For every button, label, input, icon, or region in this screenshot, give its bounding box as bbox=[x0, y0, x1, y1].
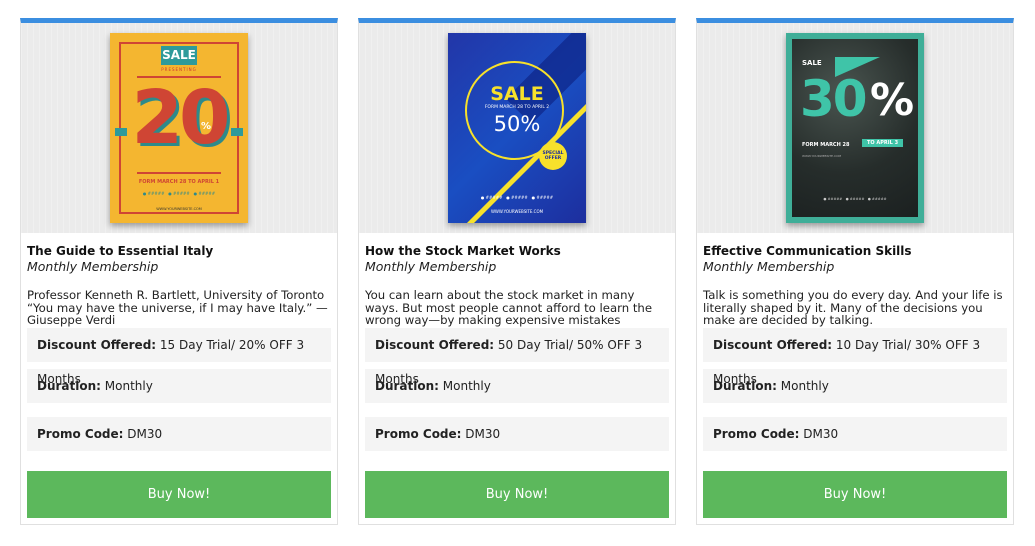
card-image-area: SALE PRESENTING 20 % FORM MARCH 28 TO AP… bbox=[21, 23, 337, 233]
discount-label: Discount Offered: bbox=[37, 338, 157, 352]
discount-label: Discount Offered: bbox=[375, 338, 495, 352]
discount-row: Discount Offered: 10 Day Trial/ 30% OFF … bbox=[703, 328, 1007, 386]
discount-row: Discount Offered: 50 Day Trial/ 50% OFF … bbox=[365, 328, 669, 386]
poster-contacts: ● ##### ● ##### ● ##### bbox=[823, 197, 887, 201]
promo-label: Promo Code: bbox=[37, 427, 124, 441]
poster-number: 20 bbox=[131, 75, 231, 161]
promo-value: DM30 bbox=[127, 427, 163, 441]
poster-date: FORM MARCH 28 bbox=[802, 142, 850, 148]
duration-value: Monthly bbox=[442, 379, 491, 393]
duration-value: Monthly bbox=[780, 379, 829, 393]
duration-row: Duration: Monthly bbox=[365, 369, 669, 403]
buy-now-button[interactable]: Buy Now! bbox=[703, 471, 1007, 518]
discount-row: Discount Offered: 15 Day Trial/ 20% OFF … bbox=[27, 328, 331, 386]
poster-sale-text: SALE bbox=[490, 83, 544, 105]
poster-contacts: ● ##### ● ##### ● ##### bbox=[142, 191, 216, 196]
promo-value: DM30 bbox=[465, 427, 501, 441]
poster-website: WWW.YOURWEBSITE.COM bbox=[156, 207, 202, 211]
sale-poster-image[interactable]: SALE 30 % FORM MARCH 28 TO APRIL 3 WWW.Y… bbox=[786, 33, 924, 223]
membership-type: Monthly Membership bbox=[703, 259, 835, 274]
duration-label: Duration: bbox=[713, 379, 777, 393]
poster-website: WWW.YOURWEBSITE.COM bbox=[490, 209, 544, 214]
card-image-area: SALE 30 % FORM MARCH 28 TO APRIL 3 WWW.Y… bbox=[697, 23, 1013, 233]
duration-row: Duration: Monthly bbox=[27, 369, 331, 403]
poster-percent: 50% bbox=[493, 112, 541, 136]
poster-sale-tag: SALE bbox=[161, 46, 197, 65]
promo-label: Promo Code: bbox=[713, 427, 800, 441]
sale-poster-image[interactable]: SALE FORM MARCH 28 TO APRIL 2 50% SPECIA… bbox=[448, 33, 586, 223]
poster-number: 30 bbox=[800, 70, 868, 128]
duration-label: Duration: bbox=[375, 379, 439, 393]
course-title: Effective Communication Skills bbox=[703, 244, 912, 258]
course-title: How the Stock Market Works bbox=[365, 244, 561, 258]
poster-date: FORM MARCH 28 TO APRIL 2 bbox=[484, 105, 550, 110]
poster-background: SALE 30 % FORM MARCH 28 TO APRIL 3 WWW.Y… bbox=[792, 39, 918, 217]
card-body: The Guide to Essential Italy Monthly Mem… bbox=[21, 233, 337, 451]
poster-contacts: ● ##### ● ##### ● ##### bbox=[480, 195, 554, 200]
buy-now-button[interactable]: Buy Now! bbox=[27, 471, 331, 518]
product-card-2: SALE FORM MARCH 28 TO APRIL 2 50% SPECIA… bbox=[358, 18, 676, 525]
poster-date: FORM MARCH 28 TO APRIL 1 bbox=[138, 179, 220, 185]
promo-row: Promo Code: DM30 bbox=[365, 417, 669, 451]
product-card-1: SALE PRESENTING 20 % FORM MARCH 28 TO AP… bbox=[20, 18, 338, 525]
buy-now-button[interactable]: Buy Now! bbox=[365, 471, 669, 518]
poster-special-offer-badge: SPECIAL OFFER bbox=[539, 142, 567, 170]
course-description: Professor Kenneth R. Bartlett, Universit… bbox=[27, 288, 328, 327]
course-description: You can learn about the stock market in … bbox=[365, 288, 653, 327]
course-description: Talk is something you do every day. And … bbox=[703, 288, 1003, 327]
sale-poster-image[interactable]: SALE PRESENTING 20 % FORM MARCH 28 TO AP… bbox=[110, 33, 248, 223]
promo-row: Promo Code: DM30 bbox=[27, 417, 331, 451]
poster-percent: % bbox=[870, 75, 915, 126]
poster-presenting: PRESENTING bbox=[161, 67, 197, 72]
poster-line bbox=[137, 172, 221, 174]
duration-label: Duration: bbox=[37, 379, 101, 393]
course-title: The Guide to Essential Italy bbox=[27, 244, 214, 258]
discount-label: Discount Offered: bbox=[713, 338, 833, 352]
promo-value: DM30 bbox=[803, 427, 839, 441]
duration-value: Monthly bbox=[104, 379, 153, 393]
poster-website: WWW.YOURWEBSITE.COM bbox=[802, 154, 842, 158]
duration-row: Duration: Monthly bbox=[703, 369, 1007, 403]
promo-label: Promo Code: bbox=[375, 427, 462, 441]
promo-row: Promo Code: DM30 bbox=[703, 417, 1007, 451]
poster-percent: % bbox=[201, 121, 212, 132]
membership-type: Monthly Membership bbox=[27, 259, 159, 274]
card-body: Effective Communication Skills Monthly M… bbox=[697, 233, 1013, 451]
membership-type: Monthly Membership bbox=[365, 259, 497, 274]
poster-sale-text: SALE bbox=[802, 59, 822, 67]
card-body: How the Stock Market Works Monthly Membe… bbox=[359, 233, 675, 451]
poster-date-end: TO APRIL 3 bbox=[862, 139, 904, 147]
card-image-area: SALE FORM MARCH 28 TO APRIL 2 50% SPECIA… bbox=[359, 23, 675, 233]
product-card-3: SALE 30 % FORM MARCH 28 TO APRIL 3 WWW.Y… bbox=[696, 18, 1014, 525]
